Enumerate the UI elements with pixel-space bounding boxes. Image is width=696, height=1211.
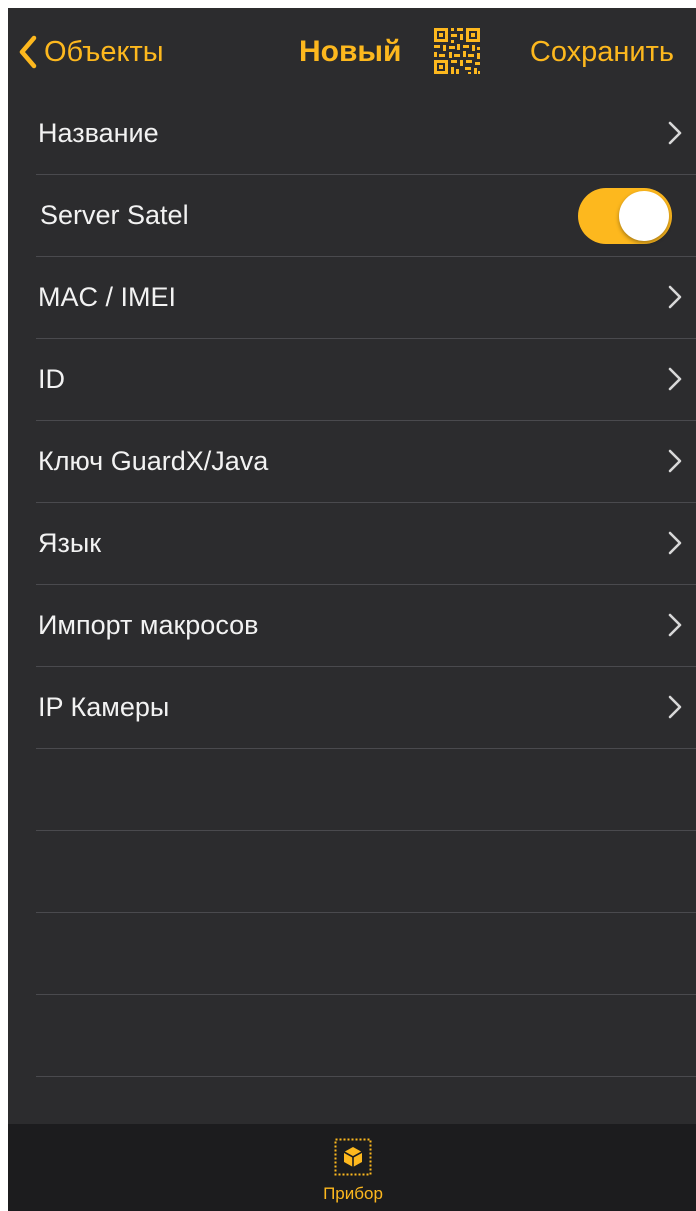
list-item-name[interactable]: Название xyxy=(36,93,696,175)
empty-row xyxy=(36,913,696,995)
chevron-right-icon xyxy=(668,367,682,391)
chevron-right-icon xyxy=(668,449,682,473)
tab-device[interactable]: Прибор xyxy=(313,1132,393,1211)
list-item-language[interactable]: Язык xyxy=(36,503,696,585)
toggle-knob xyxy=(619,191,669,241)
chevron-left-icon xyxy=(19,35,37,69)
tab-bar: Прибор xyxy=(8,1124,696,1211)
save-button[interactable]: Сохранить xyxy=(530,30,674,74)
list-item-label: Название xyxy=(38,118,159,148)
chevron-right-icon xyxy=(668,121,682,145)
list-item-guardx-key[interactable]: Ключ GuardX/Java xyxy=(36,421,696,503)
list-item-label: IP Камеры xyxy=(38,692,170,722)
navigation-bar: Объекты Новый Сохранить xyxy=(8,8,696,96)
chevron-right-icon xyxy=(668,695,682,719)
chevron-right-icon xyxy=(668,613,682,637)
empty-row xyxy=(36,995,696,1077)
list-item-ip-cameras[interactable]: IP Камеры xyxy=(36,667,696,749)
list-item-label: ID xyxy=(38,364,65,394)
list-item-mac-imei[interactable]: MAC / IMEI xyxy=(36,257,696,339)
empty-row xyxy=(36,749,696,831)
chevron-right-icon xyxy=(668,531,682,555)
chevron-right-icon xyxy=(668,285,682,309)
tab-label: Прибор xyxy=(323,1184,383,1203)
empty-row xyxy=(36,831,696,913)
app-screen: Объекты Новый Сохранить Название Server … xyxy=(8,8,696,1211)
list-item-label: Ключ GuardX/Java xyxy=(38,446,269,476)
device-box-icon xyxy=(334,1138,372,1176)
back-button-label: Объекты xyxy=(44,35,164,68)
server-satel-toggle[interactable] xyxy=(578,188,672,244)
list-item-label: MAC / IMEI xyxy=(38,282,177,312)
qr-code-icon[interactable] xyxy=(433,27,481,75)
page-title: Новый xyxy=(299,35,402,68)
list-item-label: Импорт макросов xyxy=(38,610,259,640)
list-item-server-satel: Server Satel xyxy=(36,175,696,257)
list-item-import-macros[interactable]: Импорт макросов xyxy=(36,585,696,667)
back-button[interactable]: Объекты xyxy=(18,30,164,74)
list-item-id[interactable]: ID xyxy=(36,339,696,421)
list-item-label: Язык xyxy=(38,528,102,558)
settings-list: Название Server Satel MAC / IMEI ID Ключ… xyxy=(8,93,696,1077)
list-item-label: Server Satel xyxy=(40,200,189,230)
